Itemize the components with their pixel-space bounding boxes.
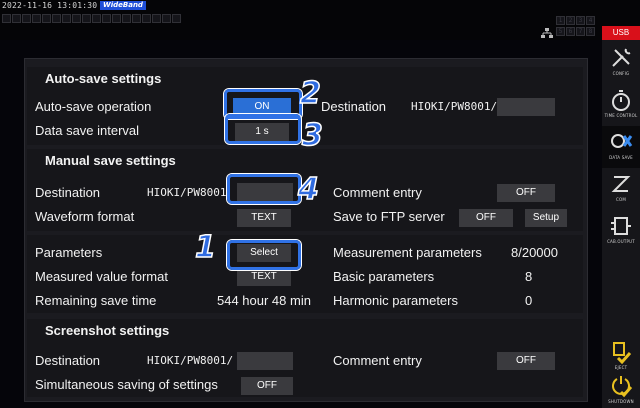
data-save-interval-button[interactable]: 1 s <box>235 123 289 141</box>
com-icon <box>611 176 631 192</box>
range-indicator <box>2 14 181 23</box>
sidebar-item-data-save[interactable]: DATA SAVE <box>602 126 640 168</box>
sidebar-item-time-control[interactable]: TIME CONTROL <box>602 84 640 126</box>
screenshot-destination-label: Destination <box>35 353 101 368</box>
stopwatch-icon <box>612 90 630 111</box>
auto-save-destination-button[interactable] <box>497 98 555 116</box>
channel-indicator-top: 1234 <box>556 16 595 25</box>
screenshot-section: Screenshot settings Destination HIOKI/PW… <box>27 319 583 397</box>
data-save-interval-label: Data save interval <box>35 123 140 138</box>
remaining-save-time-value: 544 hour 48 min <box>217 293 311 308</box>
parameters-select-button[interactable]: Select <box>237 244 291 262</box>
cable-output-icon <box>611 217 631 235</box>
callout-number-3: 3 <box>301 117 323 154</box>
wrench-screwdriver-icon <box>612 48 631 67</box>
remaining-save-time-label: Remaining save time <box>35 293 157 308</box>
measured-value-format-button[interactable]: TEXT <box>237 268 291 286</box>
sidebar-item-config[interactable]: CONFIG <box>602 42 640 84</box>
screenshot-destination-button[interactable] <box>237 352 293 370</box>
manual-save-heading: Manual save settings <box>45 153 176 168</box>
screenshot-heading: Screenshot settings <box>45 323 170 338</box>
data-save-icon <box>611 134 633 148</box>
manual-comment-label: Comment entry <box>333 185 422 200</box>
ftp-save-button[interactable]: OFF <box>459 209 513 227</box>
auto-save-destination-value: HIOKI/PW8001/ <box>411 100 498 113</box>
measurement-parameters-label: Measurement parameters <box>333 245 482 260</box>
basic-parameters-value: 8 <box>525 269 533 284</box>
screen: 2022-11-16 13:01:30 WideBand 1234 5678 U… <box>0 0 640 408</box>
sidebar-item-com[interactable]: COM <box>602 168 640 210</box>
harmonic-parameters-label: Harmonic parameters <box>333 293 458 308</box>
parameters-label: Parameters <box>35 245 103 260</box>
waveform-format-label: Waveform format <box>35 209 135 224</box>
network-icon <box>541 28 553 38</box>
callout-number-2: 2 <box>299 75 321 112</box>
ftp-save-label: Save to FTP server <box>333 209 445 224</box>
shutdown-icon <box>612 376 633 398</box>
sidebar-item-cab-output[interactable]: CAB.OUTPUT <box>602 210 640 252</box>
waveform-format-button[interactable]: TEXT <box>237 209 291 227</box>
manual-destination-value: HIOKI/PW8001 <box>147 186 227 199</box>
manual-destination-button[interactable] <box>237 183 293 201</box>
simultaneous-saving-button[interactable]: OFF <box>241 377 293 395</box>
status-bar: 2022-11-16 13:01:30 WideBand 1234 5678 U… <box>0 0 640 40</box>
sidebar-item-shutdown[interactable]: SHUTDOWN <box>602 370 640 408</box>
auto-save-on-button[interactable]: ON <box>233 98 291 116</box>
harmonic-parameters-value: 0 <box>525 293 533 308</box>
screenshot-comment-button[interactable]: OFF <box>497 352 555 370</box>
manual-comment-button[interactable]: OFF <box>497 184 555 202</box>
parameters-section: Parameters Select Measurement parameters… <box>27 235 583 313</box>
eject-icon <box>613 342 632 364</box>
usb-indicator: USB <box>602 26 640 40</box>
auto-save-operation-label: Auto-save operation <box>35 99 152 114</box>
wideband-badge: WideBand <box>100 1 146 10</box>
timestamp: 2022-11-16 13:01:30 <box>2 1 98 10</box>
ftp-setup-button[interactable]: Setup <box>525 209 567 227</box>
callout-number-4: 4 <box>297 171 319 208</box>
screenshot-comment-label: Comment entry <box>333 353 422 368</box>
measured-value-format-label: Measured value format <box>35 269 168 284</box>
auto-save-destination-label: Destination <box>321 99 387 114</box>
basic-parameters-label: Basic parameters <box>333 269 435 284</box>
screenshot-destination-value: HIOKI/PW8001/ <box>147 354 234 367</box>
sidebar: CONFIG TIME CONTROL DATA SAVE COM CAB.OU… <box>602 40 640 408</box>
measurement-parameters-value: 8/20000 <box>511 245 558 260</box>
manual-destination-label: Destination <box>35 185 101 200</box>
callout-number-1: 1 <box>194 229 216 266</box>
simultaneous-saving-label: Simultaneous saving of settings <box>35 377 218 392</box>
auto-save-heading: Auto-save settings <box>45 71 162 86</box>
channel-indicator-bottom: 5678 <box>556 27 595 36</box>
